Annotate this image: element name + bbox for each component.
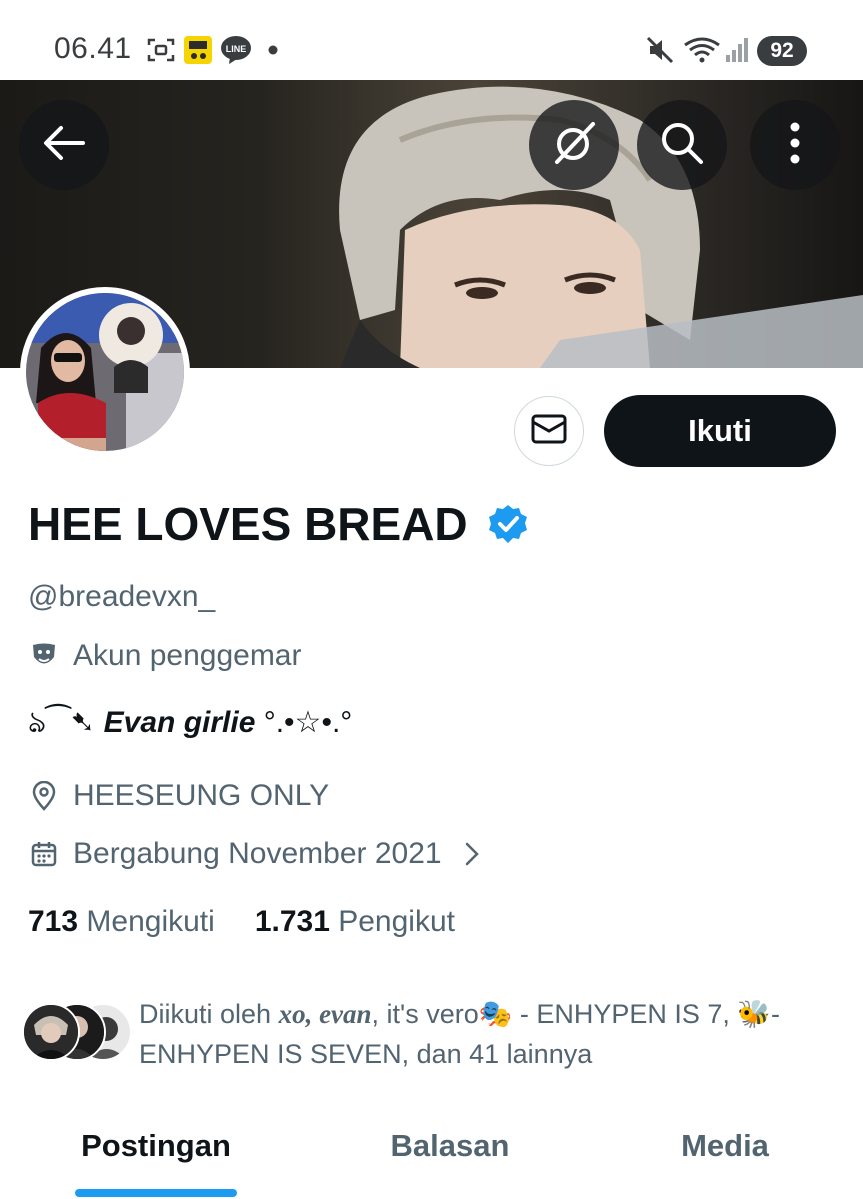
wifi-icon	[682, 36, 722, 64]
profile-avatar[interactable]	[20, 287, 190, 457]
signal-icon	[724, 36, 750, 64]
profile-category: Akun penggemar	[28, 636, 302, 676]
mute-icon	[645, 36, 675, 64]
follower-avatar-1	[22, 1003, 80, 1061]
followed-by-name: xo, evan	[278, 999, 372, 1029]
back-arrow-icon	[43, 125, 85, 166]
back-button[interactable]	[19, 100, 109, 190]
profile-join-date[interactable]: Bergabung November 2021	[28, 834, 480, 874]
category-text: Akun penggemar	[73, 639, 302, 672]
status-time: 06.41	[54, 32, 132, 65]
tab-postingan[interactable]: Postingan	[60, 1120, 252, 1172]
profile-stats: 713 Mengikuti 1.731 Pengikut	[28, 905, 455, 939]
follow-button[interactable]: Ikuti	[604, 395, 836, 467]
active-tab-indicator	[75, 1189, 237, 1197]
verified-badge-icon	[487, 503, 529, 545]
tab-balasan[interactable]: Balasan	[370, 1120, 530, 1172]
screenshot-icon	[146, 36, 176, 64]
grok-button[interactable]	[529, 100, 619, 190]
profile-location: HEESEUNG ONLY	[28, 776, 329, 816]
message-button[interactable]	[514, 396, 584, 466]
join-date-text: Bergabung November 2021	[73, 837, 442, 870]
followers-label: Pengikut	[338, 905, 455, 938]
line-app-icon: LINE	[220, 36, 252, 64]
profile-bio: ঌ⁀➷ Evan girlie °.•☆•.°	[28, 698, 352, 749]
profile-handle: @breadevxn_	[28, 580, 216, 613]
chevron-right-icon	[464, 841, 480, 867]
more-button[interactable]	[750, 100, 840, 190]
bio-suffix: °.•☆•.°	[255, 706, 353, 739]
calendar-icon	[28, 838, 60, 870]
followed-by-text[interactable]: Diikuti oleh xo, evan, it's vero🎭 - ENHY…	[139, 994, 839, 1074]
following-link[interactable]: 713 Mengikuti	[28, 905, 215, 938]
app-notification-icon	[182, 36, 214, 64]
followers-link[interactable]: 1.731 Pengikut	[255, 905, 455, 938]
followed-by-prefix: Diikuti oleh	[139, 999, 279, 1029]
avatar-image	[26, 293, 184, 451]
search-button[interactable]	[637, 100, 727, 190]
more-icon	[789, 121, 801, 170]
status-bar: 06.41 LINE 92	[0, 0, 863, 80]
followers-count: 1.731	[254, 905, 330, 938]
bio-prefix: ঌ⁀➷	[28, 706, 104, 739]
line-label: LINE	[226, 44, 247, 54]
tab-media[interactable]: Media	[660, 1120, 790, 1172]
theater-mask-icon	[28, 640, 60, 672]
battery-indicator: 92	[757, 36, 807, 66]
bio-main: Evan girlie	[103, 706, 256, 739]
dot-icon	[266, 36, 280, 64]
location-text: HEESEUNG ONLY	[73, 779, 330, 812]
grok-icon	[551, 120, 597, 171]
mail-icon	[531, 414, 567, 449]
search-icon	[659, 120, 705, 171]
following-count: 713	[28, 905, 79, 938]
display-name: HEE LOVES BREAD	[28, 498, 468, 550]
followed-by-avatars[interactable]	[22, 1003, 132, 1061]
following-label: Mengikuti	[86, 905, 215, 938]
location-pin-icon	[28, 780, 60, 812]
